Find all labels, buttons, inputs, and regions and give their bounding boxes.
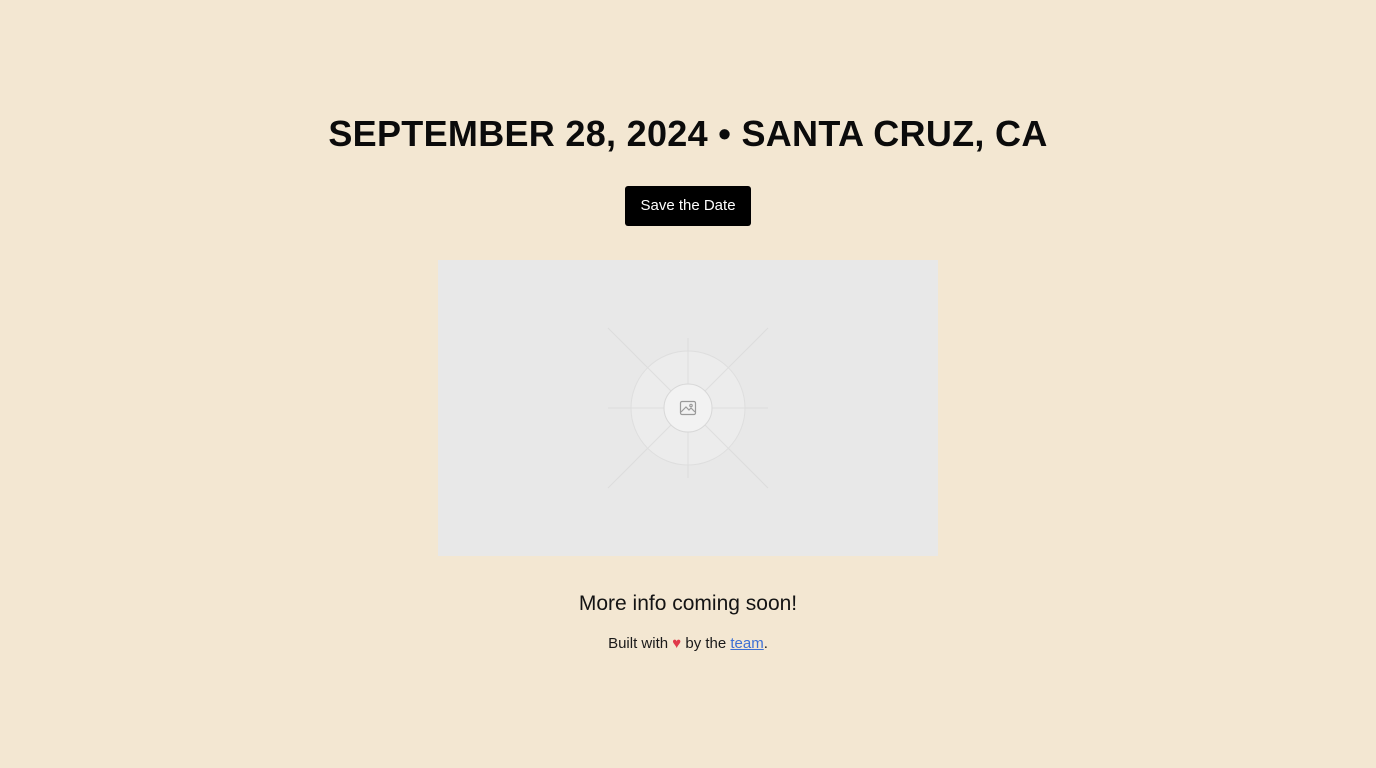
coming-soon-text: More info coming soon! (578, 592, 798, 615)
footer-middle: by the (681, 635, 731, 652)
footer-suffix: . (763, 635, 768, 652)
save-the-date-button[interactable]: Save the Date (625, 186, 751, 226)
page: SEPTEMBER 28, 2024 • SANTA CRUZ, CA Save… (0, 0, 1376, 768)
event-headline: SEPTEMBER 28, 2024 • SANTA CRUZ, CA (328, 113, 1048, 154)
footer-credit: Built with ♥ by the team. (0, 633, 1376, 655)
placeholder-graphic (607, 327, 769, 489)
footer-prefix: Built with (608, 635, 673, 652)
heart-icon: ♥ (672, 635, 682, 652)
image-placeholder (438, 260, 938, 556)
team-link[interactable]: team (730, 635, 763, 652)
